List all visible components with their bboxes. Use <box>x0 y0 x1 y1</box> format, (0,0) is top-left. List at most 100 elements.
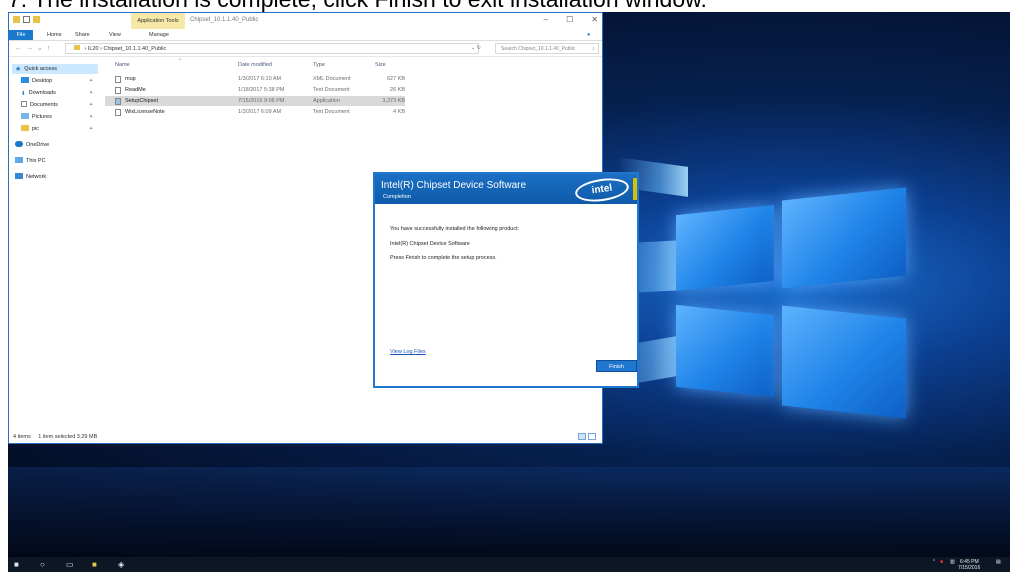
up-arrow-icon[interactable]: ↑ <box>47 45 55 52</box>
nav-label: Quick access <box>24 66 57 72</box>
refresh-icon[interactable]: ↻ <box>477 45 481 51</box>
file-type: Application <box>313 98 340 104</box>
nav-desktop[interactable]: Desktop <box>21 76 52 86</box>
pin-icon[interactable]: ✦ <box>89 126 93 132</box>
nav-quick-access[interactable]: ★ Quick access <box>12 64 98 74</box>
documents-icon <box>21 101 27 107</box>
large-icons-view-icon[interactable] <box>588 433 596 440</box>
file-explorer-icon[interactable]: ■ <box>92 560 97 569</box>
pin-icon[interactable]: ✦ <box>89 78 93 84</box>
clock-date[interactable]: 7/15/2016 <box>958 565 980 571</box>
nav-label: Desktop <box>32 78 53 84</box>
explorer-titlebar[interactable]: Application Tools Chipset_10.1.1.40_Publ… <box>9 13 602 29</box>
properties-icon[interactable] <box>23 16 30 23</box>
file-row[interactable]: ReadMe 1/18/2017 5:38 PM Text Document 2… <box>105 85 405 95</box>
nav-onedrive[interactable]: OneDrive <box>15 140 49 150</box>
file-type: Text Document <box>313 87 350 93</box>
task-view-icon[interactable]: ▭ <box>66 560 74 569</box>
address-bar[interactable]: › IL20 › Chipset_10.1.1.40_Public <box>65 43 479 54</box>
minimize-icon[interactable]: – <box>544 15 548 24</box>
column-header-name[interactable]: Name <box>115 62 130 68</box>
maximize-icon[interactable]: ☐ <box>566 15 573 24</box>
wallpaper-pane <box>676 204 774 292</box>
breadcrumb-folder[interactable]: Chipset_10.1.1.40_Public <box>104 46 167 52</box>
breadcrumb-root[interactable]: IL20 <box>88 46 99 52</box>
navigation-pane[interactable]: ★ Quick access Desktop ✦ ⬇ Downloads ✦ Doc… <box>9 58 101 428</box>
tab-manage[interactable]: Manage <box>149 30 169 40</box>
cloud-icon <box>15 141 23 147</box>
file-size: 26 KB <box>390 87 405 93</box>
wallpaper-floor <box>8 467 1010 557</box>
navigation-buttons[interactable]: ←→⌄↑ <box>15 44 54 52</box>
finish-button[interactable]: Finish <box>596 360 637 372</box>
address-row[interactable]: ←→⌄↑ › IL20 › Chipset_10.1.1.40_Public ⌄… <box>9 41 602 57</box>
file-row-selected[interactable]: SetupChipset 7/15/2016 9:06 PM Applicati… <box>105 96 405 106</box>
file-size: 3,373 KB <box>382 98 405 104</box>
desktop[interactable]: Application Tools Chipset_10.1.1.40_Publ… <box>8 12 1010 572</box>
network-tray-icon[interactable]: ▥ <box>950 559 955 565</box>
success-message: You have successfully installed the foll… <box>390 226 520 232</box>
file-date: 7/15/2016 9:06 PM <box>238 98 285 104</box>
file-row[interactable]: WixLicenseNote 1/3/2017 6:09 AM Text Doc… <box>105 107 405 117</box>
folder-icon <box>74 45 80 50</box>
tab-home[interactable]: Home <box>47 30 62 40</box>
recent-chevron-icon[interactable]: ⌄ <box>37 45 47 52</box>
wallpaper-pane <box>676 304 774 398</box>
application-icon <box>115 98 121 105</box>
intel-setup-dialog[interactable]: Intel(R) Chipset Device Software Complet… <box>373 172 639 388</box>
sort-up-icon: ^ <box>179 58 182 64</box>
dialog-title: Intel(R) Chipset Device Software <box>381 180 527 191</box>
close-icon[interactable]: ✕ <box>591 15 598 24</box>
product-name: Intel(R) Chipset Device Software <box>390 241 470 247</box>
nav-label: pic <box>32 126 40 132</box>
file-type: XML Document <box>313 76 351 82</box>
view-toggle[interactable] <box>578 433 596 440</box>
nav-pic[interactable]: pic <box>21 124 39 134</box>
tab-share[interactable]: Share <box>75 30 90 40</box>
dropdown-chevron-icon[interactable]: ⌄ <box>471 45 475 51</box>
search-input[interactable]: Search Chipset_10.1.1.40_Public ⌕ <box>495 43 599 54</box>
window-controls[interactable]: – ☐ ✕ <box>544 15 598 24</box>
nav-label: Network <box>26 174 47 180</box>
nav-network[interactable]: Network <box>15 172 46 182</box>
nav-label: Pictures <box>32 114 52 120</box>
column-header-type[interactable]: Type <box>313 62 325 68</box>
search-icon[interactable]: ○ <box>40 560 45 569</box>
notification-icon[interactable]: ▤ <box>996 559 1001 565</box>
status-bar: 4 items 1 item selected 3.29 MB <box>9 431 602 443</box>
column-header-size[interactable]: Size <box>375 62 386 68</box>
setup-app-icon[interactable]: ◈ <box>118 560 124 569</box>
details-view-icon[interactable] <box>578 433 586 440</box>
file-type: Text Document <box>313 109 350 115</box>
column-header-date[interactable]: Date modified <box>238 62 272 68</box>
nav-label: This PC <box>26 158 46 164</box>
taskbar[interactable]: ■ ○ ▭ ■ ◈ ⌃ ■ ▥ 6:45 PM 7/15/2016 ▤ <box>8 557 1010 572</box>
address-controls[interactable]: ⌄ ↻ <box>471 45 481 51</box>
application-tools-tab[interactable]: Application Tools <box>131 13 185 29</box>
tab-file[interactable]: File <box>9 30 33 40</box>
pin-icon[interactable]: ✦ <box>89 114 93 120</box>
quick-access-toolbar[interactable] <box>13 16 40 23</box>
tray-app-icon[interactable]: ■ <box>940 559 943 565</box>
view-log-files-link[interactable]: View Log Files <box>390 349 426 355</box>
pin-icon[interactable]: ✦ <box>89 90 93 96</box>
computer-icon <box>15 157 23 163</box>
nav-this-pc[interactable]: This PC <box>15 156 46 166</box>
file-name: mup <box>125 76 136 82</box>
nav-documents[interactable]: Documents <box>21 100 58 110</box>
nav-pictures[interactable]: Pictures <box>21 112 52 122</box>
folder-icon[interactable] <box>13 16 20 23</box>
tab-view[interactable]: View <box>109 30 121 40</box>
intel-logo: intel <box>573 175 631 205</box>
forward-arrow-icon[interactable]: → <box>26 45 37 52</box>
new-folder-icon[interactable] <box>33 16 40 23</box>
file-row[interactable]: mup 1/3/2017 6:10 AM XML Document 627 KB <box>105 74 405 84</box>
back-arrow-icon[interactable]: ← <box>15 45 26 52</box>
ribbon-tabs[interactable]: File Home Share View Manage ● <box>9 29 602 41</box>
dialog-header: Intel(R) Chipset Device Software Complet… <box>375 174 637 205</box>
tray-chevron-icon[interactable]: ⌃ <box>932 559 936 565</box>
help-icon[interactable]: ● <box>587 30 590 40</box>
pin-icon[interactable]: ✦ <box>89 102 93 108</box>
nav-downloads[interactable]: ⬇ Downloads <box>21 88 56 98</box>
windows-start-icon[interactable]: ■ <box>14 560 19 569</box>
